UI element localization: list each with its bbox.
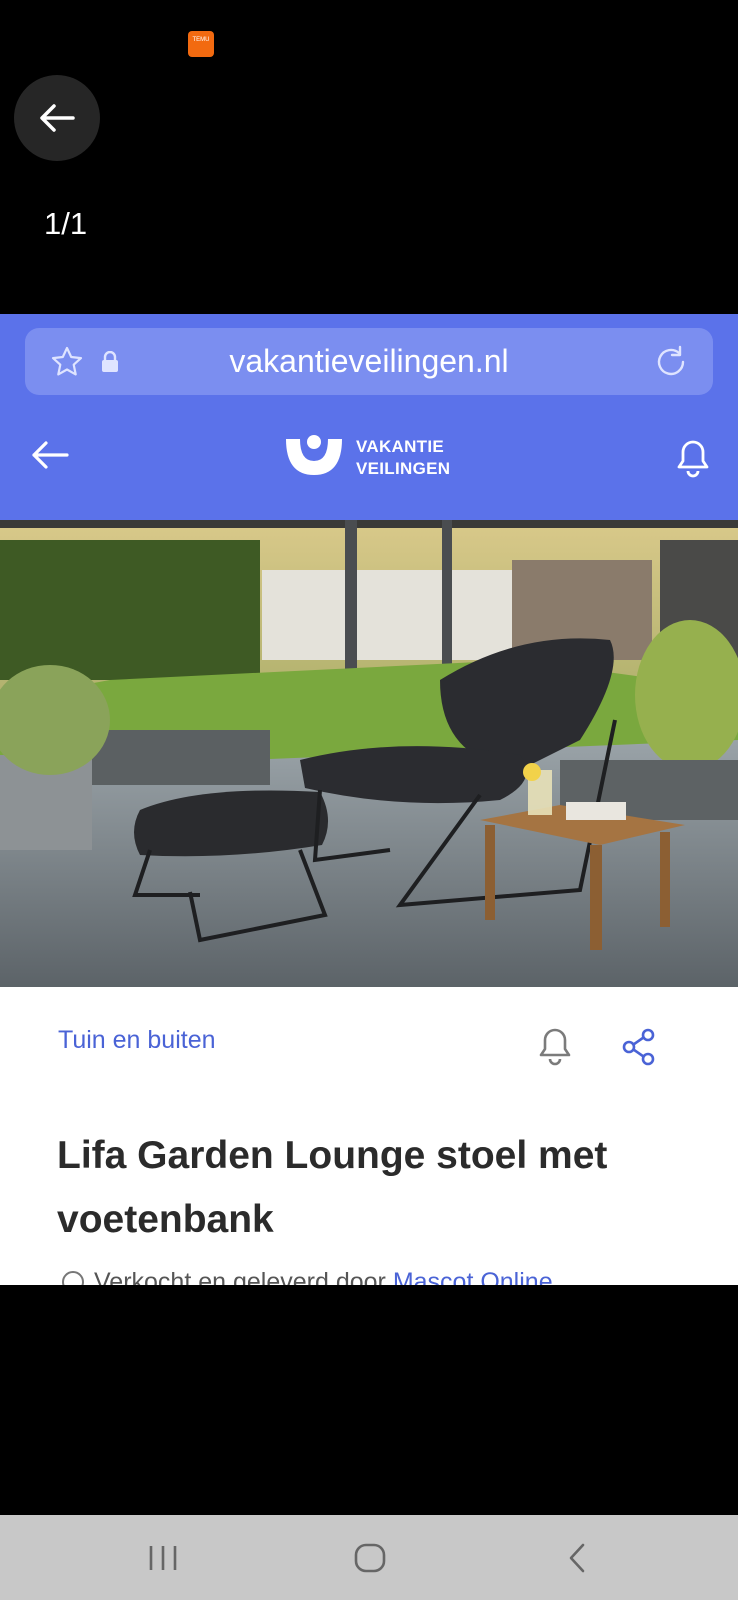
info-icon[interactable]: [62, 1271, 84, 1285]
app-back-arrow-icon[interactable]: [30, 440, 70, 470]
lock-icon: [102, 351, 118, 372]
back-arrow-icon: [40, 104, 75, 132]
sold-by-prefix: Verkocht en geleverd door: [94, 1268, 393, 1285]
nav-back-icon[interactable]: [566, 1543, 588, 1573]
watch-bell-icon[interactable]: [536, 1026, 574, 1066]
vakantieveilingen-logo[interactable]: VAKANTIE VEILINGEN: [282, 431, 462, 483]
product-photo[interactable]: [0, 520, 738, 987]
viewer-back-button[interactable]: [14, 75, 100, 161]
bell-icon[interactable]: [675, 438, 711, 478]
logo-text-line1: VAKANTIE: [356, 437, 445, 456]
temu-app-icon: TEMU: [188, 31, 214, 57]
url-text[interactable]: vakantieveilingen.nl: [25, 328, 713, 395]
recent-apps-icon[interactable]: [148, 1544, 178, 1572]
sold-by-line: Verkocht en geleverd door Mascot Online: [62, 1268, 553, 1285]
app-top-bar: vakantieveilingen.nl VAKANTIE VEILINGEN: [0, 314, 738, 520]
share-icon[interactable]: [621, 1028, 657, 1066]
logo-mark-icon: [286, 435, 342, 475]
image-counter: 1/1: [44, 206, 88, 241]
address-bar[interactable]: vakantieveilingen.nl: [25, 328, 713, 395]
system-navigation-bar: [0, 1515, 738, 1600]
temu-badge-text: TEMU: [192, 37, 210, 43]
star-icon[interactable]: [50, 345, 84, 379]
product-title: Lifa Garden Lounge stoel met voetenbank: [57, 1134, 608, 1241]
home-icon[interactable]: [354, 1543, 386, 1573]
category-link[interactable]: Tuin en buiten: [58, 1026, 216, 1055]
seller-link[interactable]: Mascot Online: [393, 1268, 553, 1285]
logo-text-line2: VEILINGEN: [356, 459, 451, 478]
reload-icon[interactable]: [654, 345, 688, 379]
screenshot-panel: vakantieveilingen.nl VAKANTIE VEILINGEN: [0, 314, 738, 1285]
